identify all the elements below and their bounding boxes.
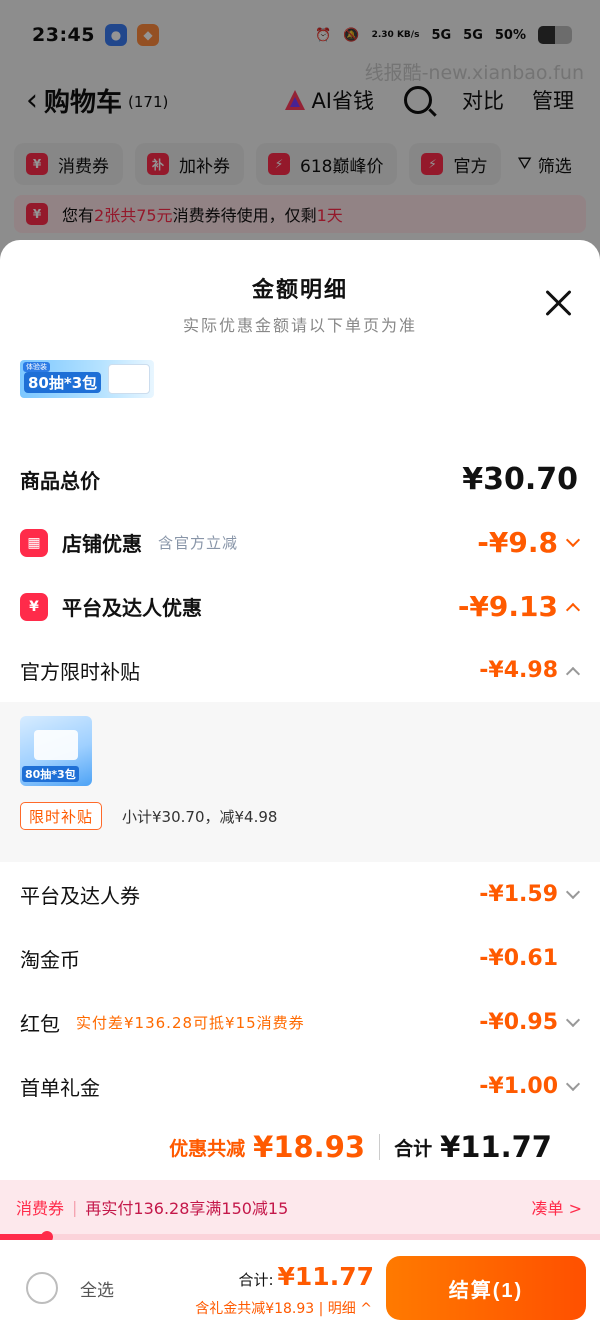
redpack-row[interactable]: 红包 实付差¥136.28可抵¥15消费券 -¥0.95 bbox=[20, 1008, 581, 1037]
chevron-up-icon bbox=[565, 666, 581, 681]
combine-order-link[interactable]: 凑单 > bbox=[532, 1195, 583, 1219]
store-discount-value: -¥9.8 bbox=[477, 526, 558, 559]
store-icon: ▦ bbox=[20, 528, 48, 557]
store-discount-label: 店铺优惠 bbox=[62, 532, 142, 556]
subsidy-detail: 80抽*3包 限时补贴 小计¥30.70，减¥4.98 bbox=[0, 702, 600, 862]
coins-row: 淘金币 -¥0.61 bbox=[20, 944, 578, 973]
footer-detail-toggle[interactable]: 含礼金共减¥18.93 | 明细 ^ bbox=[195, 1298, 372, 1318]
discount-summary: 优惠共减 ¥18.93 合计 ¥11.77 bbox=[169, 1130, 552, 1164]
thumb-tag: 体验装 bbox=[23, 362, 50, 372]
platform-discount-row[interactable]: ¥ 平台及达人优惠 -¥9.13 bbox=[20, 590, 581, 623]
amount-detail-sheet: 金额明细 实际优惠金额请以下单页为准 体验装 80抽*3包 商品总价 ¥30.7… bbox=[0, 240, 600, 1333]
dim-overlay[interactable] bbox=[0, 0, 600, 260]
first-order-label: 首单礼金 bbox=[20, 1076, 100, 1100]
store-discount-note: 含官方立减 bbox=[158, 534, 239, 552]
first-order-row[interactable]: 首单礼金 -¥1.00 bbox=[20, 1072, 581, 1101]
select-all-label[interactable]: 全选 bbox=[80, 1276, 114, 1301]
total-price-label: 商品总价 bbox=[20, 469, 100, 493]
pack-image bbox=[34, 730, 78, 760]
subsidy-product-thumbnail: 80抽*3包 bbox=[20, 716, 92, 786]
checkout-footer: 全选 合计: ¥11.77 含礼金共减¥18.93 | 明细 ^ 结算(1) bbox=[0, 1240, 600, 1333]
official-subsidy-row[interactable]: 官方限时补贴 -¥4.98 bbox=[20, 656, 581, 685]
grand-total-label: 合计 bbox=[394, 1137, 433, 1160]
redpack-note: 实付差¥136.28可抵¥15消费券 bbox=[76, 1014, 305, 1032]
total-discount-label: 优惠共减 bbox=[169, 1137, 246, 1160]
coins-label: 淘金币 bbox=[20, 948, 80, 972]
chevron-down-icon bbox=[565, 532, 581, 547]
promo-tag: 消费券 bbox=[16, 1199, 65, 1218]
redpack-label: 红包 bbox=[20, 1012, 60, 1036]
first-order-value: -¥1.00 bbox=[479, 1074, 558, 1099]
official-subsidy-value: -¥4.98 bbox=[479, 658, 558, 683]
grand-total-value: ¥11.77 bbox=[440, 1130, 552, 1164]
subsidy-subtotal-text: 小计¥30.70，减¥4.98 bbox=[122, 808, 278, 826]
platform-discount-label: 平台及达人优惠 bbox=[62, 596, 202, 620]
platform-discount-value-wrap: -¥9.13 bbox=[457, 590, 581, 623]
thumb-text: 80抽*3包 bbox=[24, 372, 102, 393]
promo-bar[interactable]: 消费券 | 再实付136.28享满150减15 凑单 > bbox=[0, 1180, 600, 1234]
store-discount-value-wrap: -¥9.8 bbox=[477, 526, 581, 559]
footer-total-value: ¥11.77 bbox=[277, 1262, 374, 1291]
coupon-value-wrap: -¥1.59 bbox=[479, 882, 581, 907]
chevron-down-icon bbox=[565, 884, 581, 899]
chevron-up-icon bbox=[565, 602, 581, 617]
limited-subsidy-tag: 限时补贴 bbox=[20, 802, 103, 830]
redpack-value: -¥0.95 bbox=[479, 1010, 558, 1035]
pack-image bbox=[108, 364, 150, 394]
close-icon[interactable] bbox=[544, 288, 574, 318]
sheet-title: 金额明细 bbox=[251, 278, 348, 303]
coupon-label: 平台及达人券 bbox=[20, 884, 140, 908]
chevron-down-icon bbox=[565, 1076, 581, 1091]
coupon-icon: ¥ bbox=[20, 592, 48, 621]
official-subsidy-value-wrap: -¥4.98 bbox=[479, 658, 581, 683]
platform-discount-value: -¥9.13 bbox=[457, 590, 558, 623]
divider: | bbox=[72, 1197, 78, 1217]
coupon-row[interactable]: 平台及达人券 -¥1.59 bbox=[20, 880, 581, 909]
total-discount-value: ¥18.93 bbox=[253, 1130, 366, 1164]
product-thumbnail: 体验装 80抽*3包 bbox=[20, 360, 154, 398]
checkout-button[interactable]: 结算(1) bbox=[386, 1256, 586, 1320]
divider bbox=[379, 1134, 381, 1160]
redpack-value-wrap: -¥0.95 bbox=[479, 1010, 581, 1035]
store-discount-row[interactable]: ▦ 店铺优惠 含官方立减 -¥9.8 bbox=[20, 526, 581, 559]
footer-total-label: 合计: bbox=[238, 1271, 274, 1289]
coins-value: -¥0.61 bbox=[479, 946, 558, 971]
coupon-value: -¥1.59 bbox=[479, 882, 558, 907]
footer-total: 合计: ¥11.77 bbox=[238, 1262, 374, 1291]
official-subsidy-label: 官方限时补贴 bbox=[20, 660, 140, 684]
sheet-subtitle: 实际优惠金额请以下单页为准 bbox=[182, 316, 417, 335]
select-all-checkbox[interactable] bbox=[26, 1272, 58, 1304]
promo-text: 再实付136.28享满150减15 bbox=[85, 1199, 289, 1218]
total-price-row: 商品总价 ¥30.70 bbox=[20, 462, 578, 497]
total-price-value: ¥30.70 bbox=[462, 462, 578, 497]
thumb-text: 80抽*3包 bbox=[22, 766, 79, 782]
first-order-value-wrap: -¥1.00 bbox=[479, 1074, 581, 1099]
chevron-down-icon bbox=[565, 1012, 581, 1027]
